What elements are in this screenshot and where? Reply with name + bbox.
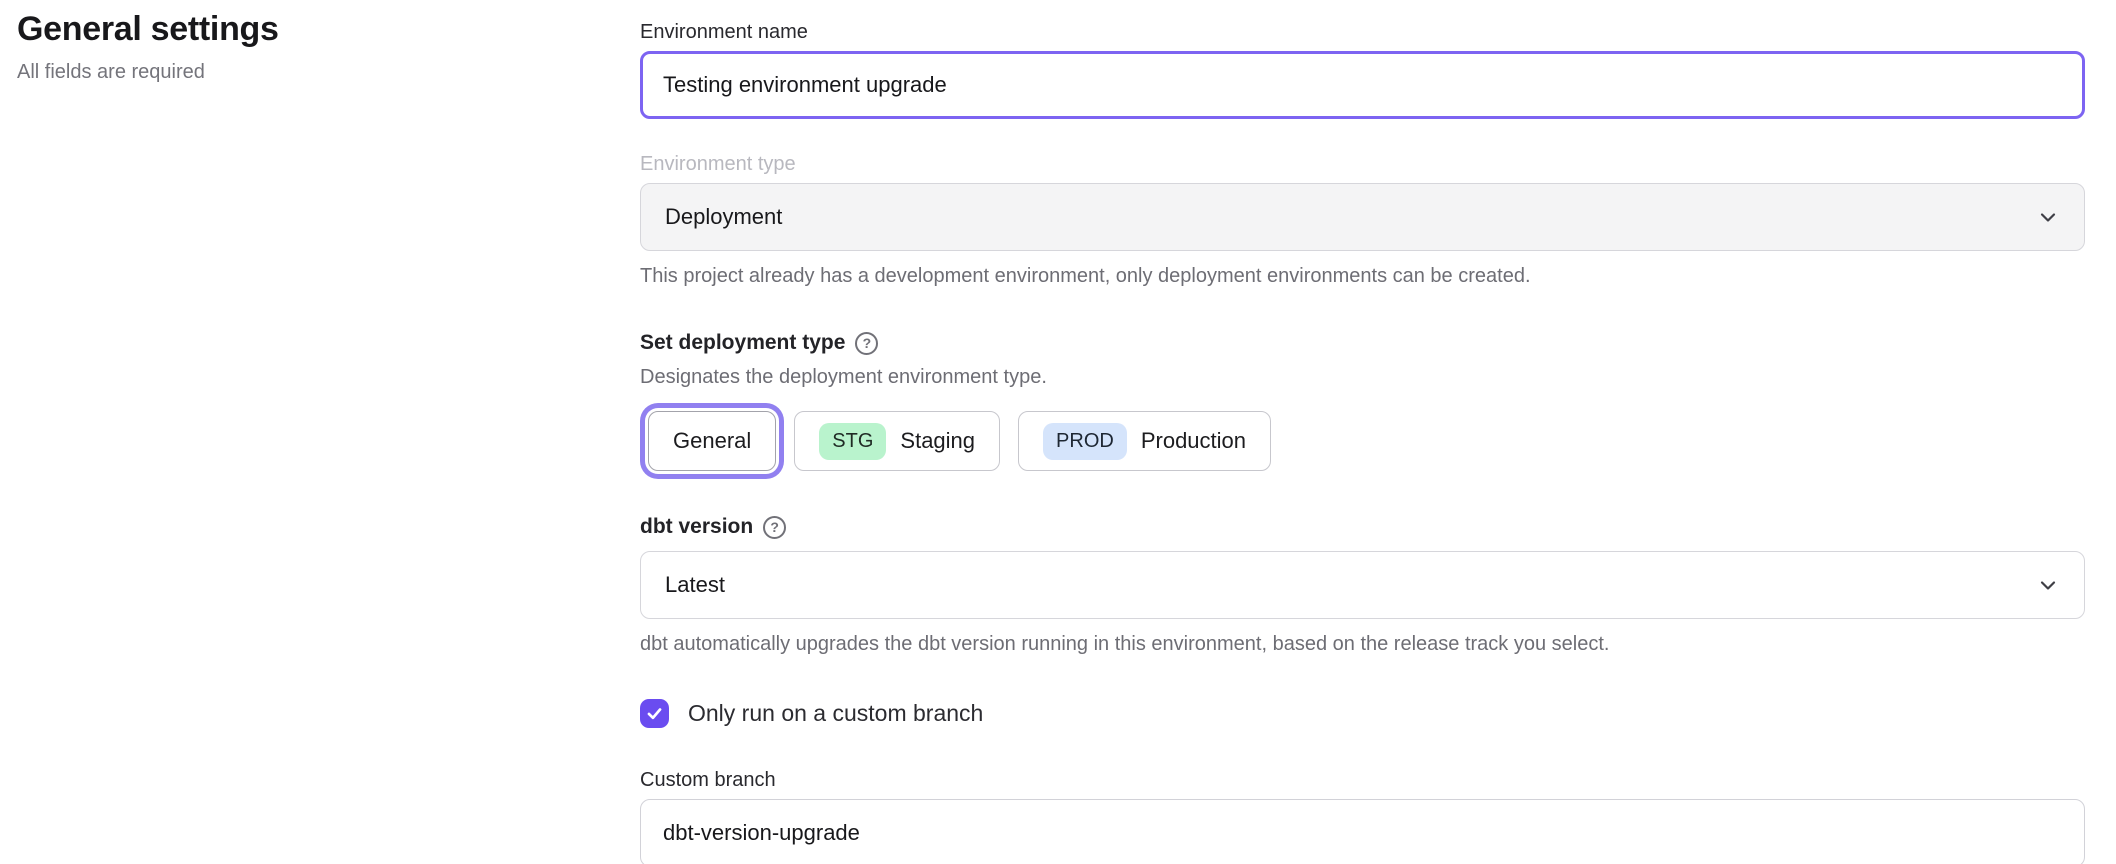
deployment-type-options: General STG Staging PROD Production	[640, 403, 2085, 479]
environment-type-value: Deployment	[665, 204, 782, 230]
deployment-type-general-button[interactable]: General	[648, 411, 776, 471]
custom-branch-checkbox[interactable]	[640, 699, 669, 728]
deployment-type-helper: Designates the deployment environment ty…	[640, 364, 2085, 390]
dbt-version-label: dbt version	[640, 515, 753, 539]
help-icon[interactable]: ?	[855, 332, 878, 355]
production-button-label: Production	[1141, 428, 1246, 454]
dbt-version-value: Latest	[665, 572, 725, 598]
chevron-down-icon	[2036, 205, 2060, 229]
custom-branch-label: Custom branch	[640, 768, 2085, 792]
environment-name-label: Environment name	[640, 20, 2085, 44]
environment-name-input[interactable]	[640, 51, 2085, 119]
page-subtitle: All fields are required	[17, 61, 640, 84]
staging-button-label: Staging	[900, 428, 975, 454]
production-badge: PROD	[1043, 423, 1127, 460]
environment-settings-form: Environment name Environment type Deploy…	[640, 0, 2085, 864]
custom-branch-checkbox-label: Only run on a custom branch	[688, 700, 983, 727]
environment-type-helper: This project already has a development e…	[640, 263, 2085, 289]
checkmark-icon	[645, 704, 664, 723]
environment-type-select[interactable]: Deployment	[640, 183, 2085, 251]
deployment-type-label: Set deployment type	[640, 331, 845, 355]
dbt-version-select[interactable]: Latest	[640, 551, 2085, 619]
chevron-down-icon	[2036, 573, 2060, 597]
dbt-version-helper: dbt automatically upgrades the dbt versi…	[640, 631, 2085, 657]
deployment-type-staging-button[interactable]: STG Staging	[794, 411, 1000, 471]
environment-settings-page: General settings All fields are required…	[0, 0, 2116, 864]
help-icon[interactable]: ?	[763, 516, 786, 539]
custom-branch-input[interactable]	[640, 799, 2085, 864]
custom-branch-checkbox-row: Only run on a custom branch	[640, 699, 2085, 728]
page-title: General settings	[17, 10, 640, 49]
environment-type-label: Environment type	[640, 152, 2085, 176]
general-button-label: General	[673, 428, 751, 454]
settings-intro: General settings All fields are required	[0, 0, 640, 864]
deployment-type-section-header: Set deployment type ?	[640, 331, 2085, 355]
staging-badge: STG	[819, 423, 886, 460]
deployment-type-production-button[interactable]: PROD Production	[1018, 411, 1271, 471]
dbt-version-section-header: dbt version ?	[640, 515, 2085, 539]
